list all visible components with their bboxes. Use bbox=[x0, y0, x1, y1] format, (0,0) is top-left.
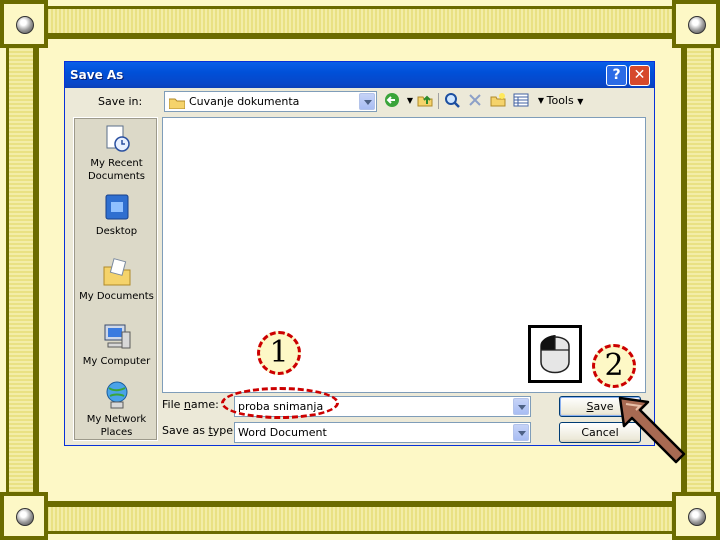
frame-left-band bbox=[6, 0, 36, 540]
recent-documents-icon bbox=[102, 124, 132, 154]
up-folder-icon bbox=[417, 95, 433, 107]
place-label-line1: My Recent bbox=[90, 158, 143, 169]
save-as-dialog: Save As ? ✕ Save in: Cuvanje dokumenta ▼… bbox=[64, 61, 655, 446]
place-label-line2: Documents bbox=[87, 171, 146, 182]
desktop-icon bbox=[102, 192, 132, 222]
tools-menu[interactable]: Tools ▼ bbox=[546, 92, 584, 110]
place-label-line1: Desktop bbox=[95, 226, 138, 237]
chevron-down-icon[interactable] bbox=[513, 424, 529, 441]
views-button[interactable] bbox=[512, 92, 530, 110]
place-label-line1: My Documents bbox=[79, 291, 154, 302]
frame-corner-bottom-left bbox=[0, 492, 48, 540]
search-web-button[interactable] bbox=[443, 92, 461, 110]
chevron-down-icon[interactable] bbox=[513, 398, 529, 415]
step-1-marker: 1 bbox=[257, 331, 301, 375]
frame-top-band bbox=[0, 6, 720, 36]
delete-button[interactable] bbox=[466, 92, 484, 110]
back-arrow-icon bbox=[385, 93, 399, 107]
toolbar-separator bbox=[438, 93, 439, 109]
tools-label: Tools bbox=[546, 94, 574, 107]
place-desktop[interactable]: Desktop bbox=[74, 192, 159, 238]
frame-corner-bottom-right bbox=[672, 492, 720, 540]
help-button[interactable]: ? bbox=[606, 65, 627, 86]
up-one-level-button[interactable] bbox=[416, 92, 434, 110]
new-folder-icon bbox=[490, 93, 506, 107]
save-in-label: Save in: bbox=[98, 95, 143, 108]
file-name-label: File name: bbox=[162, 398, 219, 411]
file-name-highlight-oval bbox=[221, 387, 339, 419]
save-in-dropdown[interactable]: Cuvanje dokumenta bbox=[164, 91, 377, 112]
delete-icon bbox=[469, 94, 481, 106]
frame-corner-top-left bbox=[0, 0, 48, 48]
pointer-arrow-icon bbox=[614, 392, 690, 464]
step-2-marker: 2 bbox=[592, 344, 636, 388]
views-icon bbox=[513, 93, 529, 107]
dialog-titlebar[interactable]: Save As ? ✕ bbox=[65, 62, 654, 88]
save-in-value: Cuvanje dokumenta bbox=[189, 95, 300, 108]
place-label-line2: Places bbox=[100, 427, 133, 438]
back-button[interactable] bbox=[383, 92, 401, 110]
mouse-left-click-icon bbox=[528, 325, 582, 383]
frame-corner-top-right bbox=[672, 0, 720, 48]
save-as-type-dropdown[interactable]: Word Document bbox=[234, 422, 531, 443]
network-places-icon bbox=[102, 380, 132, 410]
new-folder-button[interactable] bbox=[489, 92, 507, 110]
folder-icon bbox=[168, 97, 186, 112]
place-label-line1: My Computer bbox=[82, 356, 151, 367]
place-my-documents[interactable]: My Documents bbox=[74, 257, 159, 303]
places-bar: My Recent Documents Desktop My Documents… bbox=[73, 117, 158, 441]
place-label-line1: My Network bbox=[86, 414, 147, 425]
dialog-title: Save As bbox=[70, 68, 124, 82]
my-documents-icon bbox=[102, 257, 132, 287]
place-my-network-places[interactable]: My Network Places bbox=[74, 380, 159, 439]
save-as-type-label: Save as type: bbox=[162, 424, 237, 437]
close-button[interactable]: ✕ bbox=[629, 65, 650, 86]
search-icon bbox=[445, 93, 460, 108]
chevron-down-icon bbox=[359, 93, 375, 110]
save-as-type-value: Word Document bbox=[238, 426, 327, 439]
place-my-recent-documents[interactable]: My Recent Documents bbox=[74, 124, 159, 183]
my-computer-icon bbox=[102, 322, 132, 352]
frame-bottom-band bbox=[0, 504, 720, 534]
place-my-computer[interactable]: My Computer bbox=[74, 322, 159, 368]
